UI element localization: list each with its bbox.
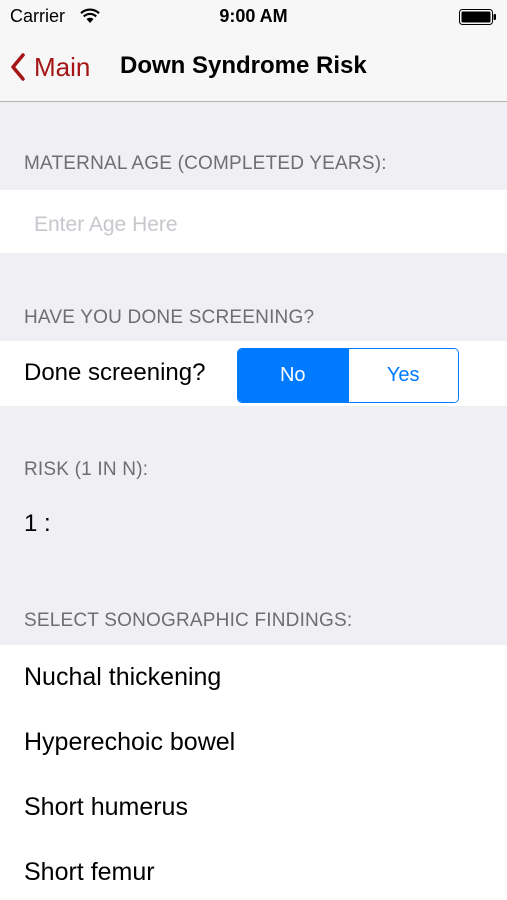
screening-segmented-control: No Yes [237, 348, 459, 403]
battery-icon [459, 9, 497, 30]
age-section-header: MATERNAL AGE (COMPLETED YEARS): [24, 153, 387, 174]
finding-short-femur[interactable]: Short femur [24, 858, 155, 887]
status-time: 9:00 AM [219, 6, 288, 26]
age-input[interactable] [32, 212, 476, 238]
page-title: Down Syndrome Risk [120, 52, 367, 79]
screening-row: Done screening? No Yes [0, 341, 507, 406]
finding-hyperechoic-bowel[interactable]: Hyperechoic bowel [24, 728, 235, 757]
back-button[interactable]: Main [10, 50, 90, 84]
finding-short-humerus[interactable]: Short humerus [24, 793, 188, 822]
back-button-label: Main [34, 51, 91, 82]
screening-option-yes[interactable]: Yes [347, 349, 458, 402]
screening-section-header: HAVE YOU DONE SCREENING? [24, 307, 315, 328]
navigation-bar: Main Down Syndrome Risk [0, 34, 507, 102]
findings-section-header: SELECT SONOGRAPHIC FINDINGS: [24, 610, 353, 631]
risk-section-header: RISK (1 IN N): [24, 459, 149, 480]
chevron-left-icon [11, 53, 25, 81]
status-bar: Carrier 9:00 AM [0, 0, 507, 34]
screening-option-no[interactable]: No [238, 349, 348, 402]
risk-value: 1 : [24, 510, 51, 537]
screening-label: Done screening? [24, 359, 206, 386]
age-input-row [0, 190, 507, 253]
finding-nuchal-thickening[interactable]: Nuchal thickening [24, 663, 221, 692]
findings-list: Nuchal thickening Hyperechoic bowel Shor… [0, 645, 507, 900]
